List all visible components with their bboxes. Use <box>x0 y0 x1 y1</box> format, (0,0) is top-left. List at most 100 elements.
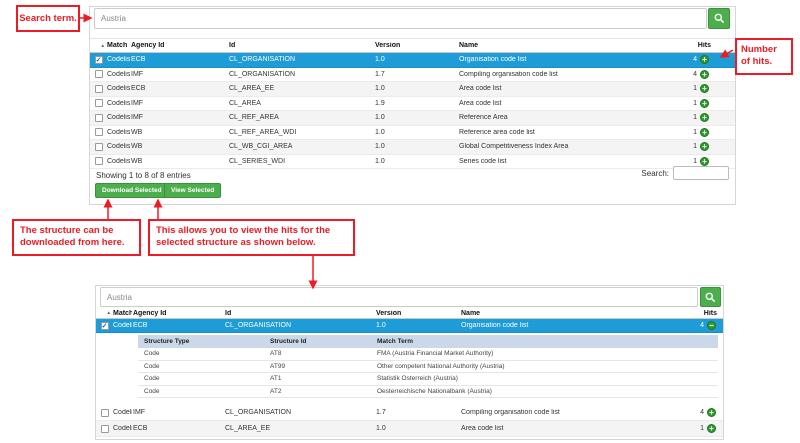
subtable-row[interactable]: CodeAT2Oesterreichische Nationalbank (Au… <box>138 386 718 399</box>
table-row[interactable]: ✓CodelistECBCL_ORGANISATION1.0Organisati… <box>96 319 723 333</box>
table-row[interactable]: CodelistIMFCL_AREA1.9Area code list1+ <box>90 97 735 112</box>
col-name[interactable]: Name <box>458 42 648 49</box>
table-row[interactable]: CodelistWBCL_WB_CGI_AREA1.0Global Compet… <box>90 140 735 155</box>
hits-subtable: Structure Type Structure Id Match Term C… <box>138 335 718 398</box>
annotation-number-of-hits: Number of hits. <box>735 38 793 75</box>
subtable-row[interactable]: CodeAT8FMA (Austria Financial Market Aut… <box>138 348 718 361</box>
structure-type-cell: Code <box>138 388 264 395</box>
agency-id-cell: IMF <box>130 114 228 121</box>
collapse-icon[interactable]: − <box>707 321 716 330</box>
sort-indicator[interactable]: ▴ <box>90 43 106 49</box>
match-type-cell: Codelist <box>112 425 132 432</box>
hits-count: 1 <box>693 143 697 150</box>
name-cell: Compiling organisation code list <box>460 409 652 416</box>
sort-indicator[interactable]: ▴ <box>96 310 112 316</box>
name-cell: Organisation code list <box>458 56 648 63</box>
table-header-2: ▴ Match Agency Id Id Version Name Hits <box>96 308 723 319</box>
annotation-view-note: This allows you to view the hits for the… <box>148 219 355 256</box>
annotation-download-note: The structure can be downloaded from her… <box>12 219 141 256</box>
search-button-2[interactable] <box>700 287 721 307</box>
hits-count: 1 <box>700 425 704 432</box>
expand-icon[interactable]: + <box>700 157 709 166</box>
structure-id-cell: AT1 <box>264 375 371 382</box>
hits-cell: 1+ <box>648 84 735 93</box>
expand-icon[interactable]: + <box>700 84 709 93</box>
table-row[interactable]: CodelistIMFCL_REF_AREA1.0Reference Area1… <box>90 111 735 126</box>
checkbox-cell <box>90 157 106 165</box>
subtable-row[interactable]: CodeAT99Other competent National Authori… <box>138 361 718 374</box>
table-row[interactable]: ✓CodelistECBCL_ORGANISATION1.0Organisati… <box>90 53 735 68</box>
row-checkbox[interactable] <box>95 114 103 122</box>
expand-icon[interactable]: + <box>700 55 709 64</box>
hits-cell: 1+ <box>648 157 735 166</box>
col-match[interactable]: Match <box>112 310 132 317</box>
view-selected-button[interactable]: View Selected <box>164 183 221 198</box>
expand-icon[interactable]: + <box>707 424 716 433</box>
row-checkbox[interactable] <box>95 128 103 136</box>
id-cell: CL_WB_CGI_AREA <box>228 143 374 150</box>
col-agency-id[interactable]: Agency Id <box>130 42 228 49</box>
col-hits[interactable]: Hits <box>648 42 735 49</box>
name-cell: Compiling organisation code list <box>458 71 648 78</box>
row-checkbox[interactable]: ✓ <box>101 322 109 330</box>
expand-icon[interactable]: + <box>700 113 709 122</box>
filter-input[interactable] <box>673 166 729 180</box>
version-cell: 1.0 <box>375 425 460 432</box>
expand-icon[interactable]: + <box>700 70 709 79</box>
table-row[interactable]: CodelistIMFCL_ORGANISATION1.7Compiling o… <box>90 68 735 83</box>
row-checkbox[interactable] <box>95 85 103 93</box>
checkbox-cell <box>90 99 106 107</box>
row-checkbox[interactable] <box>95 157 103 165</box>
expand-icon[interactable]: + <box>707 408 716 417</box>
row-checkbox[interactable] <box>95 70 103 78</box>
col-id[interactable]: Id <box>224 310 375 317</box>
expand-icon[interactable]: + <box>700 128 709 137</box>
expand-icon[interactable]: + <box>700 142 709 151</box>
version-cell: 1.7 <box>375 409 460 416</box>
col-name[interactable]: Name <box>460 310 652 317</box>
name-cell: Series code list <box>458 158 648 165</box>
match-type-cell: Codelist <box>106 56 130 63</box>
table-row[interactable]: CodelistECBCL_AREA_EE1.0Area code list1+ <box>90 82 735 97</box>
hits-count: 1 <box>693 100 697 107</box>
checkbox-cell: ✓ <box>90 56 106 64</box>
col-id[interactable]: Id <box>228 42 374 49</box>
row-checkbox[interactable] <box>95 99 103 107</box>
structure-id-cell: AT2 <box>264 388 371 395</box>
download-selected-button[interactable]: Download Selected <box>95 183 169 198</box>
row-checkbox[interactable] <box>95 143 103 151</box>
table-row[interactable]: CodelistECBCL_AREA_EE1.0Area code list1+ <box>96 421 723 437</box>
page: { "colors": { "annotation_red": "#ed1c24… <box>0 0 800 443</box>
agency-id-cell: IMF <box>130 71 228 78</box>
col-version[interactable]: Version <box>374 42 458 49</box>
id-cell: CL_AREA_EE <box>228 85 374 92</box>
showing-entries-text: Showing 1 to 8 of 8 entries <box>96 171 191 180</box>
checkbox-cell <box>90 128 106 136</box>
row-checkbox[interactable]: ✓ <box>95 56 103 64</box>
table-row[interactable]: CodelistIMFCL_ORGANISATION1.7Compiling o… <box>96 405 723 421</box>
expand-icon[interactable]: + <box>700 99 709 108</box>
match-type-cell: Codelist <box>106 143 130 150</box>
row-checkbox[interactable] <box>101 409 109 417</box>
table-row[interactable]: CodelistWBCL_REF_AREA_WDI1.0Reference ar… <box>90 126 735 141</box>
table-row[interactable]: CodelistWBCL_SERIES_WDI1.0Series code li… <box>90 155 735 170</box>
version-cell: 1.9 <box>374 100 458 107</box>
col-hits[interactable]: Hits <box>652 310 723 317</box>
id-cell: CL_REF_AREA <box>228 114 374 121</box>
col-match[interactable]: Match <box>106 42 130 49</box>
search-button[interactable] <box>708 8 730 29</box>
name-cell: Reference Area <box>458 114 648 121</box>
version-cell: 1.7 <box>374 71 458 78</box>
col-structure-id: Structure Id <box>264 338 371 345</box>
search-input[interactable] <box>94 8 707 29</box>
version-cell: 1.0 <box>374 56 458 63</box>
subtable-row[interactable]: CodeAT1Statistik Osterreich (Austria) <box>138 373 718 386</box>
search-input-2[interactable] <box>100 287 698 307</box>
match-type-cell: Codelist <box>112 322 132 329</box>
col-agency-id[interactable]: Agency Id <box>132 310 224 317</box>
version-cell: 1.0 <box>375 322 460 329</box>
name-cell: Global Competitiveness Index Area <box>458 143 648 150</box>
structure-id-cell: AT8 <box>264 350 371 357</box>
row-checkbox[interactable] <box>101 425 109 433</box>
col-version[interactable]: Version <box>375 310 460 317</box>
